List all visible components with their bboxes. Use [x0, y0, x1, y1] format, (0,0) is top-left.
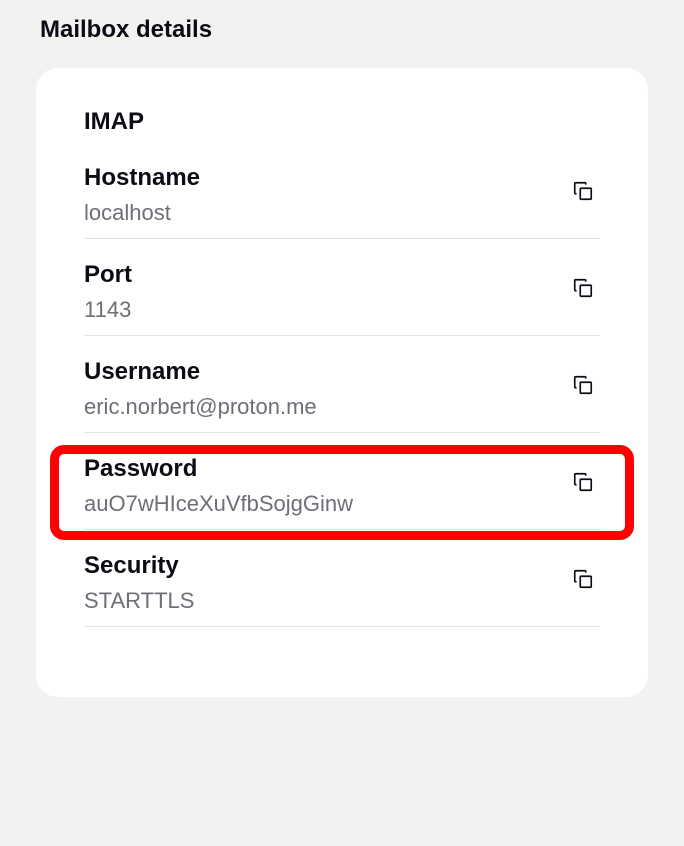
- port-field: Port 1143: [84, 261, 600, 336]
- password-label: Password: [84, 455, 566, 483]
- imap-card: IMAP Hostname localhost Port 1143: [36, 68, 648, 697]
- password-highlight: Password auO7wHIceXuVfbSojgGinw: [84, 445, 600, 540]
- password-value: auO7wHIceXuVfbSojgGinw: [84, 491, 566, 517]
- port-value: 1143: [84, 297, 566, 323]
- copy-username-button[interactable]: [566, 368, 600, 405]
- copy-password-button[interactable]: [566, 465, 600, 502]
- copy-port-button[interactable]: [566, 271, 600, 308]
- copy-icon: [572, 471, 594, 496]
- copy-security-button[interactable]: [566, 562, 600, 599]
- copy-icon: [572, 568, 594, 593]
- security-value: STARTTLS: [84, 588, 566, 614]
- section-title: IMAP: [84, 108, 600, 136]
- copy-icon: [572, 180, 594, 205]
- copy-icon: [572, 374, 594, 399]
- page-title: Mailbox details: [40, 16, 648, 44]
- username-field: Username eric.norbert@proton.me: [84, 358, 600, 433]
- copy-icon: [572, 277, 594, 302]
- password-field: Password auO7wHIceXuVfbSojgGinw: [84, 455, 600, 530]
- hostname-label: Hostname: [84, 164, 566, 192]
- copy-hostname-button[interactable]: [566, 174, 600, 211]
- username-value: eric.norbert@proton.me: [84, 394, 566, 420]
- port-label: Port: [84, 261, 566, 289]
- security-field: Security STARTTLS: [84, 552, 600, 627]
- username-label: Username: [84, 358, 566, 386]
- hostname-field: Hostname localhost: [84, 164, 600, 239]
- security-label: Security: [84, 552, 566, 580]
- hostname-value: localhost: [84, 200, 566, 226]
